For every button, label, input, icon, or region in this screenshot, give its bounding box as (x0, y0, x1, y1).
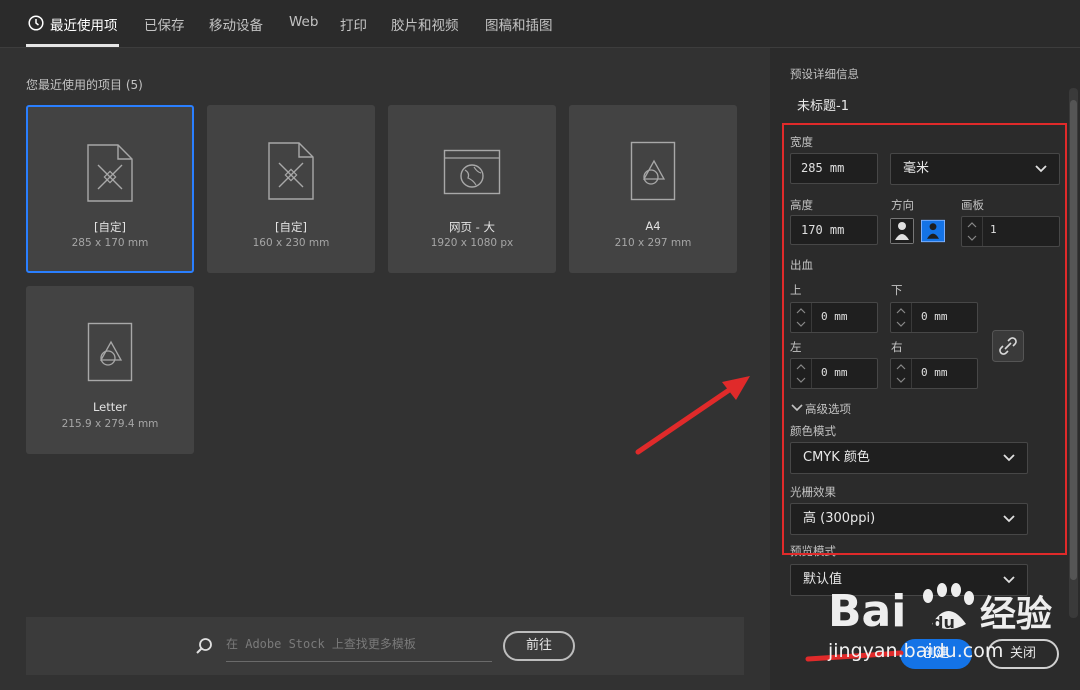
bleed-bottom-label: 下 (891, 283, 903, 297)
bleed-left-stepper[interactable]: 0 mm (790, 358, 878, 389)
svg-text:du: du (932, 613, 955, 632)
card-dims: 285 x 170 mm (71, 237, 149, 249)
color-mode-dropdown[interactable]: CMYK 颜色 (790, 442, 1028, 474)
active-tab-indicator (26, 44, 119, 47)
advanced-options-toggle[interactable]: 高级选项 (805, 401, 851, 417)
unit-value: 毫米 (903, 161, 930, 176)
chevron-down-icon (1003, 515, 1015, 523)
bleed-right-stepper[interactable]: 0 mm (890, 358, 978, 389)
artboard-value: 1 (990, 223, 997, 236)
preset-section-title: 预设详细信息 (790, 67, 859, 81)
card-name: [自定] (275, 220, 307, 234)
baidu-watermark-logo: Bai du 经验 (828, 583, 1052, 636)
bleed-right-label: 右 (891, 340, 903, 354)
tab-print[interactable]: 打印 (340, 14, 367, 34)
bleed-label: 出血 (790, 258, 813, 272)
go-button[interactable]: 前往 (503, 631, 575, 661)
bleed-left-value: 0 mm (821, 366, 848, 379)
stepper-arrows-icon[interactable] (791, 303, 812, 332)
bleed-left-label: 左 (790, 340, 802, 354)
panel-scroll-thumb[interactable] (1070, 100, 1077, 580)
stepper-arrows-icon[interactable] (791, 359, 812, 388)
custom-document-icon (268, 142, 314, 200)
tab-recent[interactable]: 最近使用项 (50, 14, 118, 34)
height-field[interactable]: 170 mm (790, 215, 878, 245)
height-label: 高度 (790, 198, 813, 212)
bleed-top-value: 0 mm (821, 310, 848, 323)
card-name: Letter (92, 400, 128, 414)
watermark-url: jingyan.baidu.com (828, 640, 1004, 662)
chevron-down-icon[interactable] (791, 403, 803, 413)
recent-card[interactable]: Letter 215.9 x 279.4 mm (26, 286, 194, 454)
portrait-orientation-icon[interactable] (890, 218, 914, 244)
search-icon (196, 638, 212, 654)
tab-film-video[interactable]: 胶片和视频 (391, 14, 459, 34)
custom-document-icon (87, 144, 133, 202)
bleed-top-label: 上 (790, 283, 802, 297)
tab-mobile[interactable]: 移动设备 (209, 14, 263, 34)
recent-card[interactable]: A4 210 x 297 mm (569, 105, 737, 273)
recent-card[interactable]: [自定] 160 x 230 mm (207, 105, 375, 273)
tab-web[interactable]: Web (289, 14, 318, 30)
card-name: A4 (645, 219, 661, 233)
raster-effects-dropdown[interactable]: 高 (300ppi) (790, 503, 1028, 535)
color-mode-value: CMYK 颜色 (803, 450, 870, 465)
annotation-arrow-icon (635, 376, 750, 455)
card-dims: 160 x 230 mm (252, 237, 330, 249)
stepper-arrows-icon[interactable] (891, 303, 912, 332)
link-icon[interactable] (992, 330, 1024, 362)
svg-text:经验: 经验 (980, 594, 1052, 635)
raster-effects-label: 光栅效果 (790, 485, 836, 499)
shapes-document-icon (87, 322, 133, 382)
shapes-document-icon (630, 141, 676, 201)
artboard-stepper[interactable]: 1 (961, 216, 1060, 247)
stepper-arrows-icon[interactable] (962, 217, 983, 246)
orientation-label: 方向 (891, 198, 914, 212)
artboard-label: 画板 (961, 198, 984, 212)
chevron-down-icon (1003, 454, 1015, 462)
tab-saved[interactable]: 已保存 (144, 14, 185, 34)
bleed-bottom-stepper[interactable]: 0 mm (890, 302, 978, 333)
tab-art-illustration[interactable]: 图稿和插图 (485, 14, 553, 34)
bleed-bottom-value: 0 mm (921, 310, 948, 323)
stock-search-input[interactable]: 在 Adobe Stock 上查找更多模板 (226, 635, 492, 662)
chevron-down-icon (1035, 165, 1047, 173)
landscape-orientation-icon[interactable] (921, 218, 945, 244)
recent-card[interactable]: [自定] 285 x 170 mm (26, 105, 194, 273)
preview-mode-label: 预览模式 (790, 544, 836, 558)
width-label: 宽度 (790, 135, 813, 149)
svg-text:Bai: Bai (828, 586, 906, 636)
width-field[interactable]: 285 mm (790, 153, 878, 184)
card-name: [自定] (94, 220, 126, 234)
recent-card[interactable]: 网页 - 大 1920 x 1080 px (388, 105, 556, 273)
clock-icon (28, 15, 44, 31)
bleed-right-value: 0 mm (921, 366, 948, 379)
stepper-arrows-icon[interactable] (891, 359, 912, 388)
card-dims: 215.9 x 279.4 mm (61, 418, 159, 430)
document-name[interactable]: 未标题-1 (797, 95, 849, 114)
raster-effects-value: 高 (300ppi) (803, 511, 876, 526)
card-dims: 210 x 297 mm (614, 237, 692, 249)
bleed-top-stepper[interactable]: 0 mm (790, 302, 878, 333)
web-browser-icon (443, 149, 501, 195)
unit-dropdown[interactable]: 毫米 (890, 153, 1060, 185)
card-name: 网页 - 大 (449, 220, 495, 234)
color-mode-label: 颜色模式 (790, 424, 836, 438)
card-dims: 1920 x 1080 px (430, 237, 514, 249)
recent-items-title: 您最近使用的项目 (5) (26, 78, 143, 92)
